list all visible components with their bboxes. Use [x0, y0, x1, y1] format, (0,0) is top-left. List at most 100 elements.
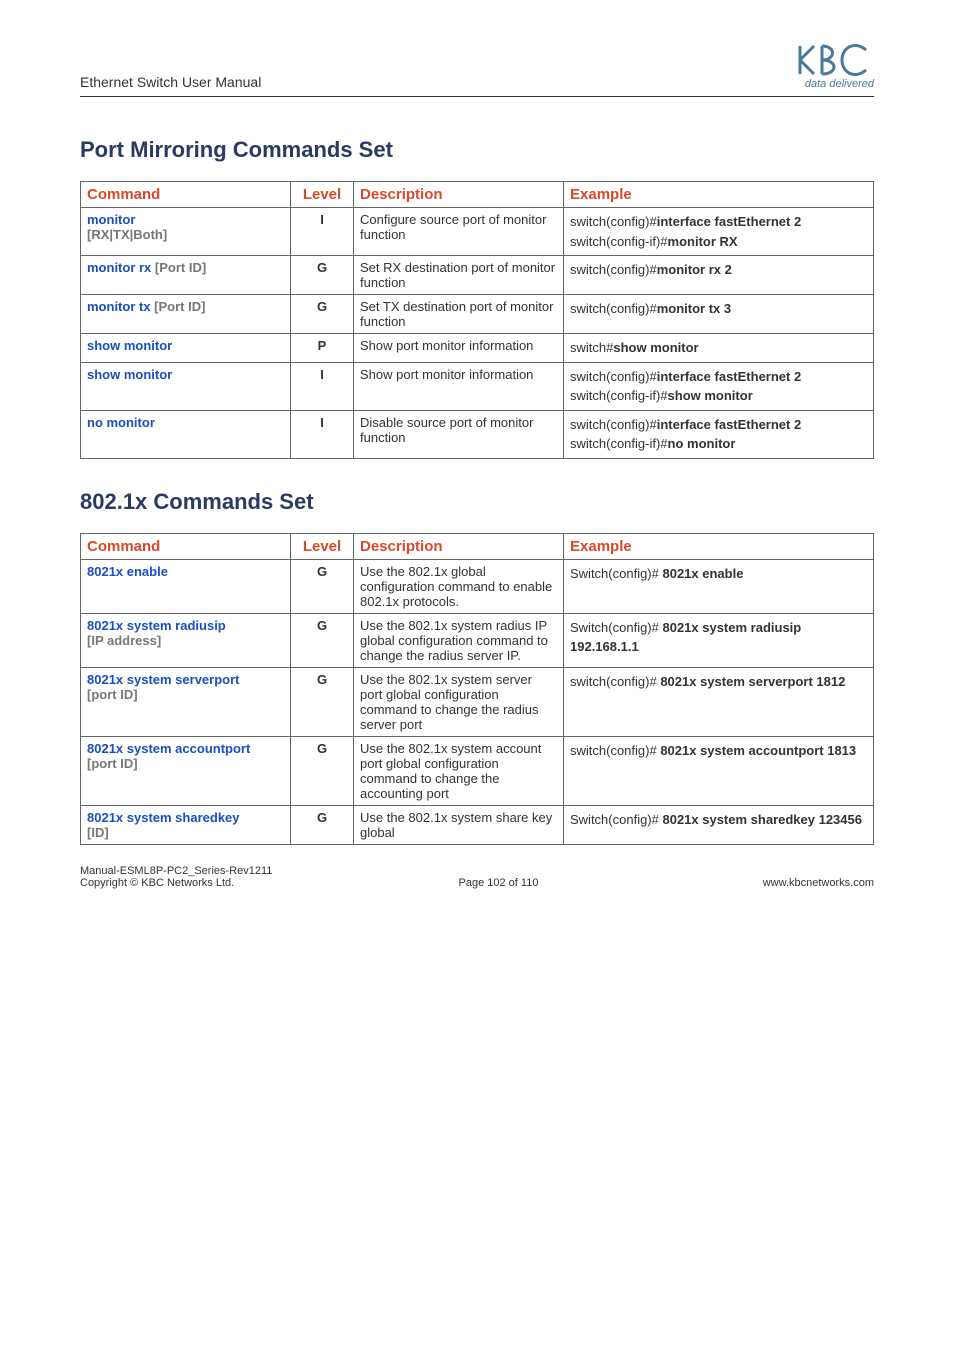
table-row: no monitor IDisable source port of monito…	[81, 410, 874, 458]
description-cell: Set TX destination port of monitor funct…	[354, 295, 564, 334]
command-arg: [Port ID]	[151, 260, 206, 275]
page-footer: Manual-ESML8P-PC2_Series-Rev1211 Copyrig…	[80, 865, 874, 889]
kbc-logo-icon	[794, 40, 874, 80]
description-cell: Show port monitor information	[354, 362, 564, 410]
port-mirroring-tbody: monitor[RX|TX|Both]IConfigure source por…	[81, 208, 874, 459]
table-row: monitor tx [Port ID] GSet TX destination …	[81, 295, 874, 334]
level-cell: P	[291, 334, 354, 363]
col-description: Description	[354, 182, 564, 208]
command-name: 8021x system accountport	[87, 741, 250, 756]
col-example: Example	[564, 533, 874, 559]
example-line: switch(config-if)#show monitor	[570, 386, 867, 406]
col-level: Level	[291, 533, 354, 559]
level-cell: I	[291, 208, 354, 256]
command-name: 8021x system serverport	[87, 672, 240, 687]
example-line: switch(config)#interface fastEthernet 2	[570, 212, 867, 232]
command-name: monitor tx	[87, 299, 151, 314]
example-cell: switch(config)#interface fastEthernet 2s…	[564, 362, 874, 410]
command-arg: [RX|TX|Both]	[87, 227, 167, 242]
example-cell: switch(config)#interface fastEthernet 2s…	[564, 208, 874, 256]
example-line: Switch(config)# 8021x system sharedkey 1…	[570, 810, 867, 830]
example-line: switch(config)#interface fastEthernet 2	[570, 367, 867, 387]
table-row: 8021x system accountport[port ID]GUse th…	[81, 736, 874, 805]
header-title: Ethernet Switch User Manual	[80, 74, 261, 90]
example-cell: switch(config)#interface fastEthernet 2s…	[564, 410, 874, 458]
level-cell: G	[291, 559, 354, 613]
example-line: switch(config)#monitor tx 3	[570, 299, 867, 319]
example-cell: Switch(config)# 8021x system radiusip 19…	[564, 613, 874, 667]
description-cell: Disable source port of monitor function	[354, 410, 564, 458]
example-line: switch(config)#interface fastEthernet 2	[570, 415, 867, 435]
level-cell: G	[291, 667, 354, 736]
description-cell: Use the 802.1x system account port globa…	[354, 736, 564, 805]
command-cell: show monitor	[81, 334, 291, 363]
level-cell: I	[291, 410, 354, 458]
footer-url: www.kbcnetworks.com	[763, 877, 874, 889]
command-cell: show monitor	[81, 362, 291, 410]
command-cell: 8021x system sharedkey[ID]	[81, 805, 291, 844]
command-cell: monitor rx [Port ID]	[81, 256, 291, 295]
description-cell: Show port monitor information	[354, 334, 564, 363]
footer-manual-id: Manual-ESML8P-PC2_Series-Rev1211	[80, 865, 874, 877]
command-arg: [port ID]	[87, 687, 138, 702]
command-arg: [port ID]	[87, 756, 138, 771]
command-cell: 8021x system serverport[port ID]	[81, 667, 291, 736]
port-mirroring-table: Command Level Description Example monito…	[80, 181, 874, 459]
command-name: monitor rx	[87, 260, 151, 275]
example-line: switch(config)# 8021x system serverport …	[570, 672, 867, 692]
col-level: Level	[291, 182, 354, 208]
command-name: 8021x system radiusip	[87, 618, 226, 633]
col-description: Description	[354, 533, 564, 559]
example-line: Switch(config)# 8021x enable	[570, 564, 867, 584]
footer-copyright: Copyright © KBC Networks Ltd.	[80, 877, 234, 889]
command-name: show monitor	[87, 367, 172, 382]
command-cell: 8021x system radiusip[IP address]	[81, 613, 291, 667]
table-row: monitor[RX|TX|Both]IConfigure source por…	[81, 208, 874, 256]
table-row: show monitor PShow port monitor informati…	[81, 334, 874, 363]
brand-logo: data delivered	[794, 40, 874, 90]
command-arg: [IP address]	[87, 633, 161, 648]
command-arg: [Port ID]	[151, 299, 206, 314]
description-cell: Configure source port of monitor functio…	[354, 208, 564, 256]
example-cell: switch#show monitor	[564, 334, 874, 363]
example-line: switch(config-if)#no monitor	[570, 434, 867, 454]
command-name: show monitor	[87, 338, 172, 353]
level-cell: G	[291, 805, 354, 844]
command-name: 8021x system sharedkey	[87, 810, 240, 825]
logo-tagline: data delivered	[805, 78, 874, 90]
example-cell: switch(config)# 8021x system serverport …	[564, 667, 874, 736]
description-cell: Set RX destination port of monitor funct…	[354, 256, 564, 295]
table-row: show monitorIShow port monitor informati…	[81, 362, 874, 410]
example-cell: switch(config)# 8021x system accountport…	[564, 736, 874, 805]
8021x-table: Command Level Description Example 8021x …	[80, 533, 874, 845]
description-cell: Use the 802.1x system radius IP global c…	[354, 613, 564, 667]
level-cell: G	[291, 736, 354, 805]
example-cell: Switch(config)# 8021x system sharedkey 1…	[564, 805, 874, 844]
footer-page-number: Page 102 of 110	[459, 877, 539, 889]
col-command: Command	[81, 182, 291, 208]
table-row: monitor rx [Port ID]GSet RX destination …	[81, 256, 874, 295]
example-line: Switch(config)# 8021x system radiusip 19…	[570, 618, 867, 657]
level-cell: G	[291, 295, 354, 334]
table-row: 8021x system serverport[port ID]GUse the…	[81, 667, 874, 736]
command-cell: no monitor	[81, 410, 291, 458]
command-cell: 8021x enable	[81, 559, 291, 613]
command-arg: [ID]	[87, 825, 109, 840]
col-example: Example	[564, 182, 874, 208]
command-cell: monitor[RX|TX|Both]	[81, 208, 291, 256]
section-title-8021x: 802.1x Commands Set	[80, 489, 874, 515]
section-title-port-mirroring: Port Mirroring Commands Set	[80, 137, 874, 163]
command-name: no monitor	[87, 415, 155, 430]
level-cell: G	[291, 613, 354, 667]
command-cell: 8021x system accountport[port ID]	[81, 736, 291, 805]
command-name: 8021x enable	[87, 564, 168, 579]
command-name: monitor	[87, 212, 135, 227]
8021x-tbody: 8021x enableGUse the 802.1x global confi…	[81, 559, 874, 844]
level-cell: G	[291, 256, 354, 295]
example-line: switch(config)#monitor rx 2	[570, 260, 867, 280]
col-command: Command	[81, 533, 291, 559]
example-cell: Switch(config)# 8021x enable	[564, 559, 874, 613]
table-row: 8021x enable GUse the 802.1x global confi…	[81, 559, 874, 613]
description-cell: Use the 802.1x global configuration comm…	[354, 559, 564, 613]
description-cell: Use the 802.1x system server port global…	[354, 667, 564, 736]
